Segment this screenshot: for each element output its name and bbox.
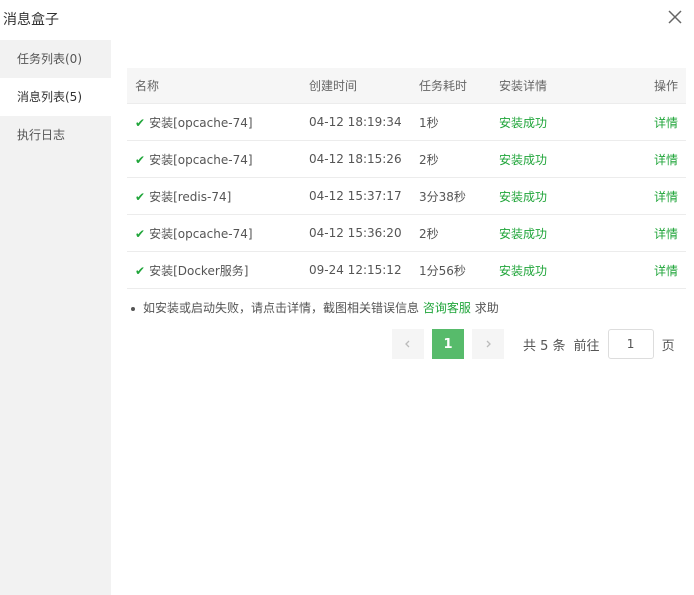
- check-icon: ✔: [135, 226, 146, 241]
- created-time: 04-12 18:19:34: [301, 103, 411, 141]
- detail-link[interactable]: 详情: [654, 227, 678, 241]
- task-name: 安装[redis-74]: [149, 189, 232, 204]
- status-text: 安装成功: [491, 251, 619, 289]
- duration: 1秒: [411, 103, 491, 141]
- page-unit-label: 页: [661, 338, 675, 354]
- help-note-suffix: 求助: [474, 301, 499, 315]
- close-icon[interactable]: [666, 8, 684, 26]
- check-icon: ✔: [135, 189, 146, 204]
- main-panel: 名称 创建时间 任务耗时 安装详情 操作 ✔ 安装[opcache-74] 04-…: [111, 40, 694, 595]
- duration: 3分38秒: [411, 177, 491, 215]
- chevron-right-icon: [486, 340, 491, 348]
- pagination: 1 共 5 条 前往 页: [392, 329, 675, 359]
- detail-link[interactable]: 详情: [654, 264, 678, 278]
- duration: 2秒: [411, 140, 491, 178]
- task-name: 安装[Docker服务]: [149, 263, 249, 278]
- total-count: 共 5 条: [523, 338, 566, 354]
- sidebar: 任务列表(0) 消息列表(5) 执行日志: [0, 40, 111, 595]
- created-time: 09-24 12:15:12: [301, 251, 411, 289]
- created-time: 04-12 15:36:20: [301, 214, 411, 252]
- table-row: ✔ 安装[redis-74] 04-12 15:37:17 3分38秒 安装成功 …: [127, 177, 686, 215]
- help-note-text: 如安装或启动失败，请点击详情，截图相关错误信息: [143, 301, 420, 315]
- sidebar-item-logs[interactable]: 执行日志: [0, 116, 111, 154]
- page-number-current[interactable]: 1: [432, 329, 464, 359]
- status-text: 安装成功: [491, 140, 619, 178]
- detail-link[interactable]: 详情: [654, 153, 678, 167]
- table-row: ✔ 安装[Docker服务] 09-24 12:15:12 1分56秒 安装成功 …: [127, 251, 686, 289]
- table-header-row: 名称 创建时间 任务耗时 安装详情 操作: [127, 68, 686, 104]
- column-header-name: 名称: [127, 68, 301, 104]
- duration: 2秒: [411, 214, 491, 252]
- status-text: 安装成功: [491, 177, 619, 215]
- task-name: 安装[opcache-74]: [149, 226, 253, 241]
- column-header-duration: 任务耗时: [411, 68, 491, 104]
- page-input[interactable]: [607, 329, 654, 359]
- sidebar-item-messages[interactable]: 消息列表(5): [0, 78, 111, 116]
- bullet-icon: [131, 306, 135, 311]
- column-header-detail: 安装详情: [491, 68, 619, 104]
- created-time: 04-12 18:15:26: [301, 140, 411, 178]
- prev-page-button[interactable]: [392, 329, 424, 359]
- task-name: 安装[opcache-74]: [149, 152, 253, 167]
- goto-label: 前往: [573, 338, 600, 354]
- check-icon: ✔: [135, 263, 146, 278]
- sidebar-item-tasks[interactable]: 任务列表(0): [0, 40, 111, 78]
- detail-link[interactable]: 详情: [654, 190, 678, 204]
- customer-service-link[interactable]: 咨询客服: [423, 301, 471, 315]
- duration: 1分56秒: [411, 251, 491, 289]
- check-icon: ✔: [135, 115, 146, 130]
- table-row: ✔ 安装[opcache-74] 04-12 18:15:26 2秒 安装成功 详…: [127, 140, 686, 178]
- status-text: 安装成功: [491, 214, 619, 252]
- check-icon: ✔: [135, 152, 146, 167]
- detail-link[interactable]: 详情: [654, 116, 678, 130]
- created-time: 04-12 15:37:17: [301, 177, 411, 215]
- dialog-title: 消息盒子: [3, 12, 59, 28]
- help-note: 如安装或启动失败，请点击详情，截图相关错误信息 咨询客服 求助: [131, 299, 499, 316]
- status-text: 安装成功: [491, 103, 619, 141]
- table-row: ✔ 安装[opcache-74] 04-12 18:19:34 1秒 安装成功 详…: [127, 103, 686, 141]
- task-name: 安装[opcache-74]: [149, 115, 253, 130]
- table-row: ✔ 安装[opcache-74] 04-12 15:36:20 2秒 安装成功 详…: [127, 214, 686, 252]
- column-header-action: 操作: [619, 68, 686, 104]
- message-table: 名称 创建时间 任务耗时 安装详情 操作 ✔ 安装[opcache-74] 04-…: [127, 68, 686, 289]
- chevron-left-icon: [405, 340, 410, 348]
- next-page-button[interactable]: [472, 329, 504, 359]
- dialog-header: 消息盒子: [0, 0, 694, 38]
- column-header-created: 创建时间: [301, 68, 411, 104]
